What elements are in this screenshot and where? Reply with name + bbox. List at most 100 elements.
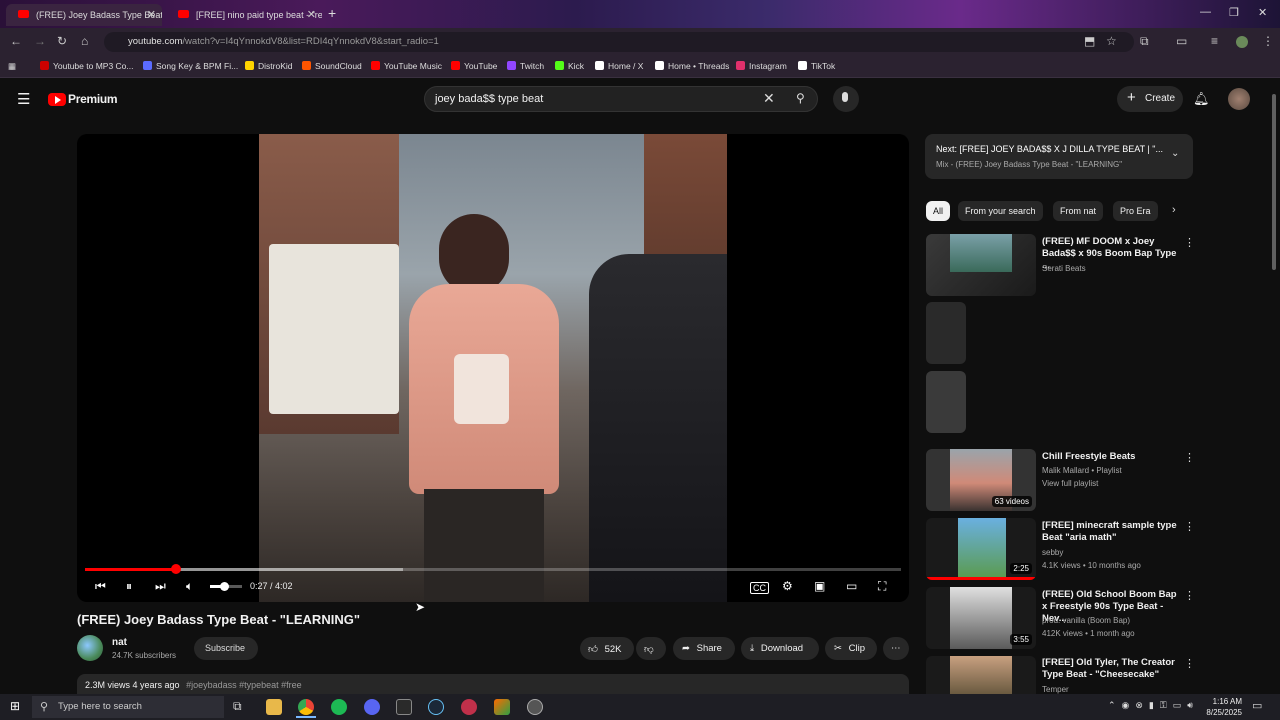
browser-menu-icon[interactable]: ⋮ (1262, 34, 1274, 48)
playlist-thumbnail[interactable]: 63 videos (926, 449, 1036, 511)
chip-from-nat[interactable]: From nat (1053, 201, 1104, 221)
volume-icon[interactable]: 🔈︎ (186, 579, 193, 594)
more-vertical-icon[interactable]: ⋮ (1184, 520, 1195, 533)
bookmark-kick[interactable]: Kick (555, 61, 584, 71)
video-player[interactable] (77, 134, 909, 602)
forward-icon[interactable]: → (34, 34, 46, 48)
video-frame[interactable] (259, 134, 727, 602)
page-scrollbar[interactable] (1272, 94, 1276, 270)
home-icon[interactable]: ⌂ (81, 34, 88, 48)
settings-gear-icon[interactable]: ⚙︎ (782, 579, 793, 593)
bookmark-youtube-music[interactable]: YouTube Music (371, 61, 442, 71)
close-tab-icon[interactable]: ✕ (147, 8, 156, 21)
bookmark-distrokid[interactable]: DistroKid (245, 61, 292, 71)
view-full-playlist-link[interactable]: View full playlist (1042, 477, 1098, 490)
playlist-owner[interactable]: Malik Mallard • Playlist (1042, 464, 1122, 477)
pause-icon[interactable]: ⏸︎ (126, 579, 132, 594)
next-icon[interactable]: ⏭︎ (155, 579, 166, 594)
recommended-channel[interactable]: sebby (1042, 546, 1063, 559)
discord-icon[interactable] (364, 699, 380, 715)
channel-name[interactable]: nat (112, 637, 127, 648)
more-vertical-icon[interactable]: ⋮ (1184, 589, 1195, 602)
recommended-title[interactable]: [FREE] Old Tyler, The Creator Type Beat … (1042, 657, 1180, 681)
back-icon[interactable]: ← (10, 34, 22, 48)
bookmark-twitch[interactable]: Twitch (507, 61, 544, 71)
close-tab-icon[interactable]: ✕ (307, 8, 316, 21)
fullscreen-icon[interactable]: ⛶ (878, 579, 886, 594)
system-tray-icons[interactable]: ⌃◉⊗▮⚿▭🔊︎ (1108, 700, 1199, 711)
bookmark-instagram[interactable]: Instagram (736, 61, 787, 71)
extensions-icon[interactable]: ⧉ (1140, 34, 1149, 49)
notifications-bell-icon[interactable]: 🔔︎ (1193, 91, 1210, 107)
chevron-right-icon[interactable]: › (1172, 204, 1176, 216)
dislike-button[interactable]: 👎︎ (636, 637, 666, 660)
subscribe-button[interactable]: Subscribe (194, 637, 258, 660)
reload-icon[interactable]: ↻ (57, 34, 67, 48)
chevron-down-icon[interactable]: ⌄ (1171, 148, 1179, 159)
media-controls-icon[interactable]: ≡ (1211, 34, 1218, 48)
seek-bar[interactable] (85, 564, 901, 574)
download-button[interactable]: ⤓ Download (741, 637, 819, 660)
volume-slider[interactable] (210, 582, 242, 591)
captions-icon[interactable]: CC (750, 582, 769, 594)
app-icon[interactable] (461, 699, 477, 715)
app-icon[interactable] (527, 699, 543, 715)
install-app-icon[interactable]: ⬒ (1084, 34, 1095, 48)
up-next-panel[interactable]: Next: [FREE] JOEY BADA$$ X J DILLA TYPE … (925, 134, 1193, 179)
create-button[interactable]: + Create (1117, 86, 1183, 112)
new-tab-icon[interactable]: + (328, 5, 336, 21)
share-button[interactable]: ➦ Share (673, 637, 735, 660)
recommended-thumbnail[interactable] (926, 656, 1036, 694)
url-field[interactable]: youtube.com/watch?v=I4qYnnokdV8&list=RDI… (104, 32, 1134, 52)
channel-avatar[interactable] (77, 635, 103, 661)
recommended-channel[interactable]: prod. vanilla (Boom Bap) (1042, 614, 1130, 627)
app-icon[interactable] (494, 699, 510, 715)
chip-from-your-search[interactable]: From your search (958, 201, 1043, 221)
more-vertical-icon[interactable]: ⋮ (1184, 657, 1195, 670)
bookmark-soundcloud[interactable]: SoundCloud (302, 61, 362, 71)
voice-search-button[interactable] (833, 86, 859, 112)
bookmark-home-x[interactable]: Home / X (595, 61, 643, 71)
more-vertical-icon[interactable]: ⋮ (1184, 451, 1195, 464)
windows-start-icon[interactable]: ⊞ (10, 699, 20, 713)
bookmark-star-icon[interactable]: ☆ (1106, 34, 1117, 48)
bookmark-song-key-bpm[interactable]: Song Key & BPM Fi... (143, 61, 238, 71)
apps-grid-icon[interactable]: ▦ (8, 61, 16, 72)
tab-nino-paid[interactable]: [FREE] nino paid type beat - "re ✕ (166, 4, 322, 26)
app-icon[interactable] (396, 699, 412, 715)
more-vertical-icon[interactable]: ⋮ (1184, 236, 1195, 249)
close-window-icon[interactable]: ✕ (1258, 6, 1267, 19)
clear-search-icon[interactable]: ✕ (763, 90, 775, 107)
file-explorer-icon[interactable] (266, 699, 282, 715)
seek-handle[interactable] (171, 564, 182, 574)
bookmark-youtube-to-mp3[interactable]: Youtube to MP3 Co... (40, 61, 134, 71)
bookmark-tiktok[interactable]: TikTok (798, 61, 835, 71)
miniplayer-icon[interactable]: ▣ (814, 579, 825, 593)
previous-icon[interactable]: ⏮︎ (95, 579, 106, 594)
bookmark-threads[interactable]: Home • Threads (655, 61, 729, 71)
recommended-channel[interactable]: Serati Beats (1042, 262, 1086, 275)
account-avatar[interactable] (1228, 88, 1250, 110)
profile-avatar[interactable] (1236, 36, 1248, 48)
like-button[interactable]: 👍︎ 52K (580, 637, 634, 660)
recommended-thumbnail[interactable]: 2:25 (926, 518, 1036, 580)
recommended-thumbnail[interactable]: 3:55 (926, 587, 1036, 649)
search-button[interactable]: ⚲ (788, 86, 818, 112)
chip-pro-era[interactable]: Pro Era (1113, 201, 1158, 221)
search-input[interactable]: joey bada$$ type beat (424, 86, 818, 112)
sidebar-icon[interactable]: ▭ (1176, 34, 1187, 48)
chrome-icon[interactable] (298, 699, 314, 715)
spotify-icon[interactable] (331, 699, 347, 715)
tab-joey-badass[interactable]: (FREE) Joey Badass Type Beat ✕ (6, 4, 162, 26)
minimize-icon[interactable]: — (1200, 6, 1211, 18)
task-view-icon[interactable]: ⧉ (233, 699, 242, 714)
chip-all[interactable]: All (926, 201, 951, 221)
more-actions-button[interactable]: ⋯ (883, 637, 909, 660)
taskbar-search-input[interactable]: ⚲ Type here to search (32, 696, 224, 718)
notification-center-icon[interactable]: ▭ (1252, 699, 1262, 712)
bookmark-youtube[interactable]: YouTube (451, 61, 497, 71)
clip-button[interactable]: ✂ Clip (825, 637, 877, 660)
hamburger-menu-icon[interactable]: ☰ (17, 90, 30, 108)
playlist-title[interactable]: Chill Freestyle Beats (1042, 451, 1180, 463)
steam-icon[interactable] (428, 699, 444, 715)
